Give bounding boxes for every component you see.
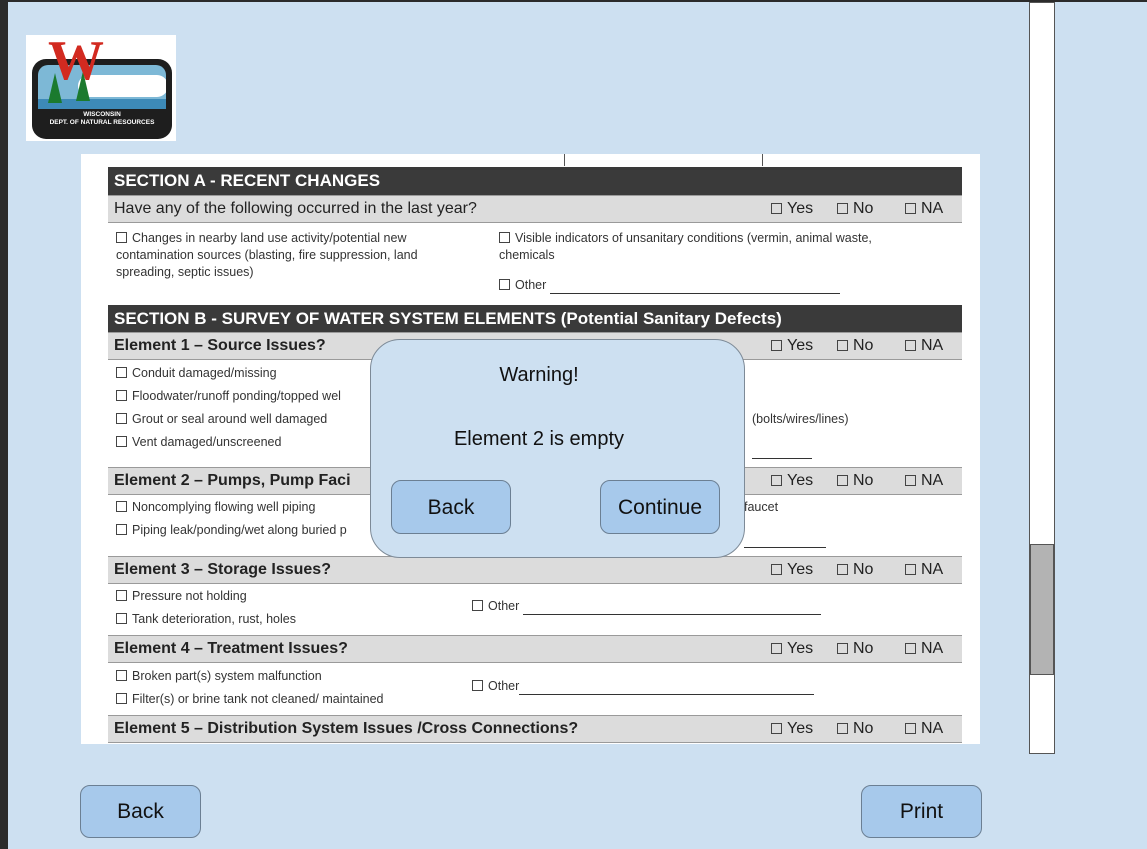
option-filter-not-cleaned[interactable]: Filter(s) or brine tank not cleaned/ mai…: [116, 691, 384, 708]
element4-no-checkbox[interactable]: No: [837, 636, 873, 662]
element2-title: Element 2 – Pumps, Pump Faci: [114, 472, 351, 489]
element1-right-option-text: (bolts/wires/lines): [752, 412, 849, 426]
dialog-title: Warning!: [499, 364, 579, 386]
element2-right-option-text: faucet: [744, 500, 779, 514]
element5-na-checkbox[interactable]: NA: [905, 716, 943, 742]
element2-na-checkbox[interactable]: NA: [905, 468, 943, 494]
wisconsin-dnr-logo: W WISCONSIN DEPT. OF NATURAL RESOURCES: [26, 33, 176, 141]
element5-title: Element 5 – Distribution System Issues /…: [114, 720, 579, 737]
logo-caption-line2: DEPT. OF NATURAL RESOURCES: [49, 119, 155, 126]
option-tank-deterioration[interactable]: Tank deterioration, rust, holes: [116, 611, 296, 628]
element5-no-checkbox[interactable]: No: [837, 716, 873, 742]
option-broken-parts[interactable]: Broken part(s) system malfunction: [116, 668, 322, 685]
option-floodwater-ponding[interactable]: Floodwater/runoff ponding/topped wel: [116, 388, 341, 405]
dialog-back-button[interactable]: Back: [391, 480, 511, 534]
logo-caption-line1: WISCONSIN: [83, 111, 121, 118]
print-button[interactable]: Print: [861, 785, 982, 838]
option-other-element4[interactable]: Other: [472, 678, 815, 695]
back-button[interactable]: Back: [80, 785, 201, 838]
element1-yes-checkbox[interactable]: Yes: [771, 333, 813, 359]
app-window: W WISCONSIN DEPT. OF NATURAL RESOURCES S…: [8, 2, 1147, 849]
dialog-message: Element 2 is empty: [453, 428, 625, 450]
element3-na-checkbox[interactable]: NA: [905, 557, 943, 583]
option-land-use-changes[interactable]: Changes in nearby land use activity/pote…: [116, 230, 476, 281]
element4-yes-checkbox[interactable]: Yes: [771, 636, 813, 662]
section-a-question-row: Have any of the following occurred in th…: [108, 195, 962, 223]
element4-na-checkbox[interactable]: NA: [905, 636, 943, 662]
element2-yes-checkbox[interactable]: Yes: [771, 468, 813, 494]
element3-no-checkbox[interactable]: No: [837, 557, 873, 583]
section-a-na-checkbox[interactable]: NA: [905, 196, 943, 222]
section-a-question: Have any of the following occurred in th…: [114, 200, 477, 217]
option-pressure-not-holding[interactable]: Pressure not holding: [116, 588, 247, 605]
element3-yes-checkbox[interactable]: Yes: [771, 557, 813, 583]
section-a-yes-checkbox[interactable]: Yes: [771, 196, 813, 222]
scrollbar-thumb[interactable]: [1030, 544, 1054, 675]
element5-yes-checkbox[interactable]: Yes: [771, 716, 813, 742]
element1-title: Element 1 – Source Issues?: [114, 337, 326, 354]
option-unsanitary-indicators[interactable]: Visible indicators of unsanitary conditi…: [499, 230, 959, 264]
option-piping-leak[interactable]: Piping leak/ponding/wet along buried p: [116, 522, 347, 539]
element3-title: Element 3 – Storage Issues?: [114, 561, 331, 578]
element4-row: Element 4 – Treatment Issues? Yes No NA: [108, 635, 962, 663]
section-b-header: SECTION B - SURVEY OF WATER SYSTEM ELEME…: [108, 305, 962, 333]
element1-no-checkbox[interactable]: No: [837, 333, 873, 359]
option-grout-seal-damaged[interactable]: Grout or seal around well damaged: [116, 411, 327, 428]
section-a-header: SECTION A - RECENT CHANGES: [108, 167, 962, 195]
element2-no-checkbox[interactable]: No: [837, 468, 873, 494]
dialog-continue-button[interactable]: Continue: [600, 480, 720, 534]
option-vent-damaged[interactable]: Vent damaged/unscreened: [116, 434, 281, 451]
warning-dialog: Warning! Element 2 is empty Back Continu…: [370, 339, 745, 558]
option-flowing-well-piping[interactable]: Noncomplying flowing well piping: [116, 499, 315, 516]
section-a-no-checkbox[interactable]: No: [837, 196, 873, 222]
element1-na-checkbox[interactable]: NA: [905, 333, 943, 359]
option-conduit-damaged[interactable]: Conduit damaged/missing: [116, 365, 277, 382]
option-other-element3[interactable]: Other: [472, 598, 821, 615]
option-other-a[interactable]: Other: [499, 277, 840, 294]
element4-title: Element 4 – Treatment Issues?: [114, 640, 348, 657]
element5-row: Element 5 – Distribution System Issues /…: [108, 715, 962, 743]
element3-row: Element 3 – Storage Issues? Yes No NA: [108, 556, 962, 584]
